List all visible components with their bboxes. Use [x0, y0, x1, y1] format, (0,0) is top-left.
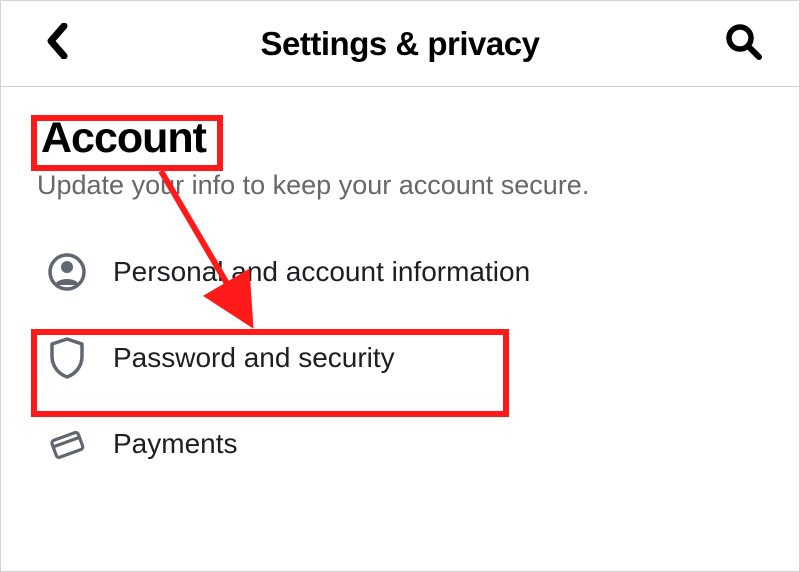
- user-circle-icon: [45, 250, 89, 294]
- payments-icon: [45, 422, 89, 466]
- shield-icon: [45, 336, 89, 380]
- section-title: Account: [37, 115, 210, 162]
- row-label: Password and security: [113, 342, 395, 374]
- row-personal-info[interactable]: Personal and account information: [37, 229, 763, 315]
- search-icon: [724, 22, 762, 65]
- row-payments[interactable]: Payments: [37, 401, 763, 487]
- row-password-security[interactable]: Password and security: [37, 315, 763, 401]
- row-label: Personal and account information: [113, 256, 530, 288]
- section-subtitle: Update your info to keep your account se…: [37, 168, 763, 203]
- account-section: Account Update your info to keep your ac…: [1, 87, 799, 487]
- chevron-left-icon: [46, 23, 68, 64]
- top-bar: Settings & privacy: [1, 1, 799, 87]
- settings-list: Personal and account information Passwor…: [37, 229, 763, 487]
- page-title: Settings & privacy: [261, 25, 540, 63]
- back-button[interactable]: [29, 16, 85, 72]
- row-label: Payments: [113, 428, 238, 460]
- search-button[interactable]: [715, 16, 771, 72]
